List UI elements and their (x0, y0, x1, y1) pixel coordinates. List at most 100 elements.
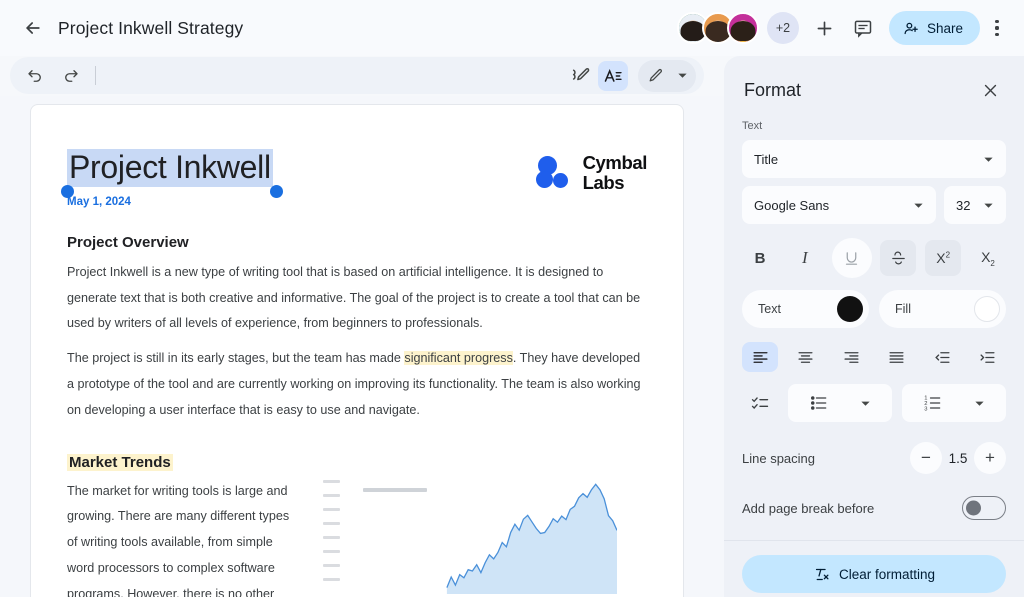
market-trends-chart[interactable] (317, 476, 647, 594)
subscript-button[interactable]: X2 (970, 240, 1006, 276)
format-panel-body: Text Title Google Sans 32 B I X2 X2 Text… (724, 104, 1024, 540)
selection-handle-end[interactable] (269, 184, 283, 198)
paragraph-market-1: The market for writing tools is large an… (67, 483, 290, 597)
undo-button[interactable] (20, 61, 50, 91)
subscript-label: X2 (981, 248, 995, 268)
superscript-label: X2 (936, 250, 951, 266)
align-justify-button[interactable] (879, 342, 915, 372)
pen-button[interactable] (641, 61, 671, 91)
text-format-icon (604, 68, 622, 82)
paragraph-style-value: Title (754, 151, 779, 167)
arrow-left-icon (26, 22, 40, 34)
italic-button[interactable]: I (787, 240, 823, 276)
bold-button[interactable]: B (742, 240, 778, 276)
strikethrough-button[interactable] (880, 240, 917, 276)
fill-color-label: Fill (895, 302, 911, 316)
chevron-down-icon (983, 200, 994, 211)
plus-icon (818, 21, 832, 35)
color-controls: Text Fill (742, 290, 1006, 328)
format-panel: Format Text Title Google Sans 32 B I X2 … (724, 56, 1024, 597)
paragraph-overview-1: Project Inkwell is a new type of writing… (67, 260, 647, 337)
back-button[interactable] (18, 13, 48, 43)
alignment-buttons (742, 342, 1006, 372)
page-break-control: Add page break before (742, 496, 1006, 540)
checklist-button[interactable] (742, 386, 778, 420)
document-header: Project Inkwell May 1, 2024 Cymbal Labs (61, 145, 647, 208)
undo-icon (28, 69, 41, 82)
font-size-value: 32 (956, 197, 971, 213)
edit-toolbar-right (566, 59, 696, 92)
numbered-list-control[interactable]: 1 2 3 (902, 384, 1006, 422)
redo-button[interactable] (56, 61, 86, 91)
align-center-button[interactable] (788, 342, 824, 372)
document-page[interactable]: Project Inkwell May 1, 2024 Cymbal Labs (30, 104, 684, 597)
bulleted-list-control[interactable] (788, 384, 892, 422)
checklist-icon (751, 397, 769, 409)
paragraph-style-select[interactable]: Title (742, 140, 1006, 178)
indent-increase-button[interactable] (970, 342, 1006, 372)
indent-decrease-button[interactable] (924, 342, 960, 372)
comments-button[interactable] (845, 10, 881, 46)
indent-decrease-icon (935, 351, 950, 363)
paragraph-text: Project Inkwell is a new type of writing… (67, 264, 641, 331)
numbered-list-icon: 1 2 3 (925, 396, 941, 413)
line-spacing-increase-button[interactable]: + (974, 442, 1006, 474)
add-collaborator-button[interactable] (807, 10, 843, 46)
superscript-button[interactable]: X2 (925, 240, 962, 276)
share-button[interactable]: Share (888, 11, 980, 45)
selection-handle-start[interactable] (61, 184, 74, 198)
pen-tool-group[interactable] (638, 59, 696, 92)
document-title-selected[interactable]: Project Inkwell (67, 149, 273, 187)
chart-plot (446, 482, 617, 594)
format-panel-title: Format (744, 79, 802, 100)
page-break-toggle[interactable] (962, 496, 1006, 520)
avatar-overflow-count[interactable]: +2 (766, 12, 799, 44)
toolbar-divider (95, 66, 96, 85)
svg-text:3: 3 (925, 407, 928, 413)
fill-color-button[interactable]: Fill (879, 290, 1006, 328)
market-trends-text-column: The market for writing tools is large an… (67, 472, 299, 597)
person-add-icon (904, 22, 918, 34)
markup-pen-icon (572, 68, 589, 81)
align-right-button[interactable] (833, 342, 869, 372)
document-date: May 1, 2024 (67, 195, 131, 208)
line-spacing-decrease-button[interactable]: − (910, 442, 942, 474)
chevron-down-icon (913, 200, 924, 211)
collaborator-avatar-3[interactable] (726, 12, 759, 44)
more-options-button[interactable] (984, 10, 1010, 46)
indent-increase-icon (980, 351, 995, 363)
align-right-icon (844, 351, 859, 363)
fill-color-swatch (974, 296, 1000, 322)
markup-button[interactable] (566, 61, 596, 91)
pen-dropdown-button[interactable] (671, 63, 693, 89)
paragraph-overview-2: The project is still in its early stages… (67, 346, 647, 423)
close-format-panel-button[interactable] (976, 76, 1004, 104)
format-panel-footer: Clear formatting (724, 540, 1024, 597)
app-root: Project Inkwell Strategy +2 Share Projec… (0, 0, 1024, 597)
top-bar: Project Inkwell Strategy +2 Share (0, 0, 1024, 56)
highlighted-phrase: significant progress (404, 351, 513, 366)
close-icon (984, 84, 996, 96)
line-spacing-value: 1.5 (948, 450, 968, 466)
align-left-button[interactable] (742, 342, 778, 372)
document-scroll-area[interactable]: Project Inkwell May 1, 2024 Cymbal Labs (0, 96, 724, 597)
market-trends-row: The market for writing tools is large an… (67, 472, 647, 597)
line-spacing-label: Line spacing (742, 450, 815, 466)
document-title-block[interactable]: Project Inkwell May 1, 2024 (61, 145, 283, 208)
text-format-button[interactable] (598, 60, 628, 91)
chevron-down-icon (677, 73, 687, 78)
underline-button[interactable] (831, 238, 872, 278)
section-heading-market-trends: Market Trends (67, 453, 173, 471)
comment-icon (854, 20, 872, 38)
line-spacing-control: Line spacing − 1.5 + (742, 442, 1006, 474)
edit-toolbar (10, 57, 704, 94)
font-family-select[interactable]: Google Sans (742, 186, 936, 224)
strikethrough-icon (892, 251, 905, 264)
format-panel-header: Format (724, 56, 1024, 104)
text-color-button[interactable]: Text (742, 290, 869, 328)
chevron-down-icon (975, 401, 984, 406)
text-section-label: Text (742, 120, 763, 132)
clear-formatting-button[interactable]: Clear formatting (742, 555, 1006, 593)
clear-formatting-label: Clear formatting (838, 566, 936, 582)
font-size-select[interactable]: 32 (944, 186, 1006, 224)
